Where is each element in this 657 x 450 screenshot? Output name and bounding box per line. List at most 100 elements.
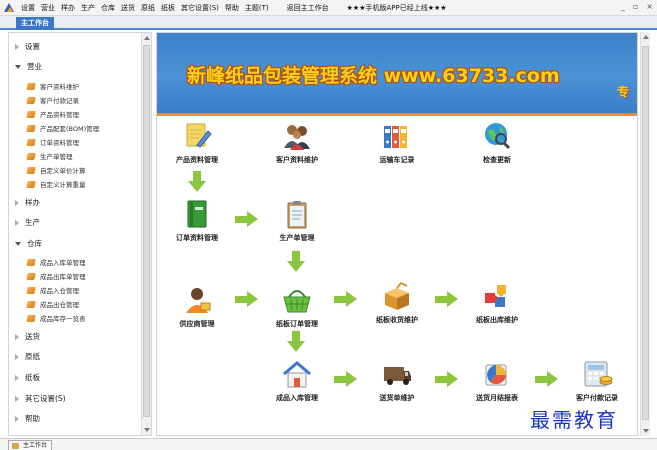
calculator-icon [581,359,613,389]
item-icon [26,272,36,280]
sidebar-item-bom[interactable]: 产品配套(BOM)管理 [26,123,99,133]
sidebar-item-custom-weight[interactable]: 自定义计算重量 [26,179,86,189]
sidebar-group-settings[interactable]: 设置 [15,41,40,52]
banner: 新峰纸品包装管理系统 www.63733.com 专 [157,33,637,113]
sidebar-group-warehouse[interactable]: 仓库 [15,238,42,249]
menu-settings[interactable]: 设置 [18,3,38,13]
expand-arrow-icon [15,374,19,381]
sidebar-group-delivery[interactable]: 送货 [15,331,40,342]
sidebar-item-stock-out-order[interactable]: 成品出库单管理 [26,271,86,281]
sidebar: 设置 营业 客户资料维护 客户付款记录 产品资料管理 产品配套(BOM)管理 订… [8,32,152,436]
item-icon [26,138,36,146]
expand-arrow-icon [15,395,19,402]
node-product-info[interactable]: 产品资料管理 [157,121,237,165]
puzzle-icon [481,281,513,311]
item-icon [26,258,36,266]
node-order-info[interactable]: 订单资料管理 [157,199,237,243]
node-delivery[interactable]: 送货单维护 [357,359,437,403]
sidebar-item-stock-in-order[interactable]: 成品入库单管理 [26,257,86,267]
menu-app-notice[interactable]: ★★★手机版APP已经上线★★★ [344,3,450,13]
scroll-thumb[interactable] [143,45,150,417]
sidebar-group-other-settings[interactable]: 其它设置(S) [15,393,66,404]
tab-main-workbench[interactable]: 主工作台 [16,17,54,30]
menu-theme[interactable]: 主题(T) [242,3,272,13]
node-board-order[interactable]: 纸板订单管理 [257,285,337,329]
report-icon [481,359,513,389]
scroll-down-icon[interactable] [144,428,150,432]
item-icon [26,300,36,308]
node-board-out[interactable]: 纸板出库维护 [457,281,537,325]
sidebar-group-help[interactable]: 帮助 [15,413,40,424]
menu-bar: 设置 营业 样办 生产 仓库 送货 原纸 纸板 其它设置(S) 帮助 主题(T)… [0,0,657,16]
restore-button[interactable]: ▫ [633,2,638,11]
sidebar-item-stock-out[interactable]: 成品出仓管理 [26,299,79,309]
arrow-down [287,251,305,273]
menu-board[interactable]: 纸板 [158,3,178,13]
sidebar-item-product-info[interactable]: 产品资料管理 [26,109,79,119]
item-icon [26,166,36,174]
menu-help[interactable]: 帮助 [222,3,242,13]
menu-other-settings[interactable]: 其它设置(S) [178,3,222,13]
sidebar-scrollbar[interactable] [141,33,151,435]
arrow-right [334,371,358,387]
item-icon [26,82,36,90]
tab-strip: 主工作台 [0,16,657,30]
sidebar-group-raw-paper[interactable]: 原纸 [15,351,40,362]
expand-arrow-icon [15,199,19,206]
status-tab-main[interactable]: 主工作台 [8,440,53,450]
watermark: 最需教育 [530,404,618,433]
item-icon [26,124,36,132]
item-icon [26,110,36,118]
item-icon [26,180,36,188]
clipboard-icon [281,199,313,229]
app-logo-icon [3,2,15,14]
sidebar-item-custom-price[interactable]: 自定义单价计算 [26,165,86,175]
sidebar-group-production[interactable]: 生产 [15,217,40,228]
item-icon [26,152,36,160]
sidebar-item-order-info[interactable]: 订单资料管理 [26,137,79,147]
menu-sample[interactable]: 样办 [58,3,78,13]
menu-production[interactable]: 生产 [78,3,98,13]
menu-raw-paper[interactable]: 原纸 [138,3,158,13]
sidebar-group-business[interactable]: 营业 [15,61,42,72]
menu-warehouse[interactable]: 仓库 [98,3,118,13]
sidebar-group-board[interactable]: 纸板 [15,372,40,383]
window-controls: _ ▫ × [621,2,653,11]
sidebar-group-sample[interactable]: 样办 [15,197,40,208]
main-scrollbar[interactable] [640,32,650,436]
node-stock-in[interactable]: 成品入库管理 [257,359,337,403]
node-check-update[interactable]: 检查更新 [457,121,537,165]
sidebar-item-production-order[interactable]: 生产单管理 [26,151,73,161]
menu-delivery[interactable]: 送货 [118,3,138,13]
close-button[interactable]: × [646,2,653,11]
node-board-receive[interactable]: 纸板收货维护 [357,281,437,325]
arrow-right [235,211,259,227]
sidebar-item-customer-info[interactable]: 客户资料维护 [26,81,79,91]
scroll-up-icon[interactable] [144,36,150,40]
scroll-up-icon[interactable] [643,35,649,39]
arrow-right [334,291,358,307]
menu-business[interactable]: 营业 [38,3,58,13]
arrow-right [235,291,259,307]
arrow-down [188,171,206,193]
green-book-icon [181,199,213,229]
collapse-arrow-icon [15,64,21,69]
scroll-down-icon[interactable] [643,429,649,433]
sidebar-item-inventory[interactable]: 成品库存一览表 [26,313,86,323]
minimize-button[interactable]: _ [621,2,625,11]
node-production-order[interactable]: 生产单管理 [257,199,337,243]
sidebar-item-stock-in[interactable]: 成品入仓管理 [26,285,79,295]
banner-divider [157,113,637,116]
node-supplier[interactable]: 供应商管理 [157,285,237,329]
status-bar: 主工作台 [0,438,657,450]
binders-icon [381,121,413,151]
node-customer-payment[interactable]: 客户付款记录 [557,359,637,403]
scroll-thumb[interactable] [642,46,649,420]
menu-return-home[interactable]: 返回主工作台 [284,3,332,13]
node-customer-info[interactable]: 客户资料维护 [257,121,337,165]
node-transport-record[interactable]: 运输车记录 [357,121,437,165]
sidebar-item-customer-payment[interactable]: 客户付款记录 [26,95,79,105]
node-monthly-report[interactable]: 送货月结报表 [457,359,537,403]
globe-search-icon [481,121,513,151]
collapse-arrow-icon [15,241,21,246]
